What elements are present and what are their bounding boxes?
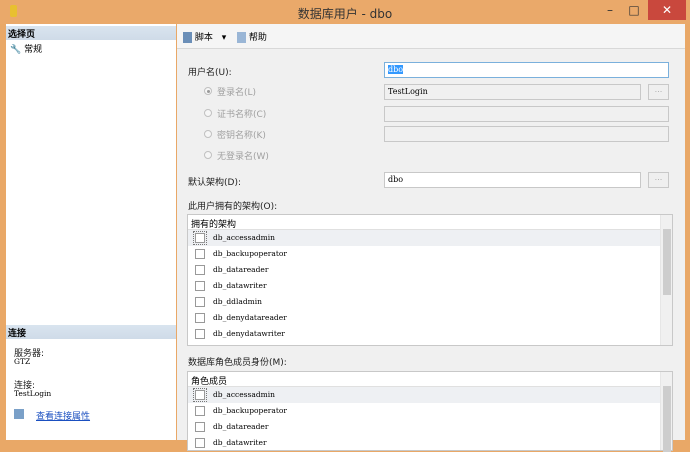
item-label: db_backupoperator	[213, 406, 287, 415]
connection-properties-icon	[14, 409, 24, 419]
roles-list: 角色成员 db_accessadmin db_backupoperator db_d…	[187, 371, 673, 452]
help-icon	[237, 32, 246, 43]
help-label: 帮助	[248, 33, 267, 43]
list-item[interactable]: db_datareader	[188, 419, 672, 435]
scrollbar[interactable]	[660, 372, 672, 452]
login-browse-button[interactable]: ...	[648, 84, 669, 100]
key-radio[interactable]	[204, 130, 212, 138]
scrollbar[interactable]	[660, 215, 672, 345]
scrollbar-thumb[interactable]	[663, 229, 671, 295]
list-item[interactable]: db_datareader	[188, 262, 672, 278]
no-login-radio[interactable]	[204, 151, 212, 159]
checkbox[interactable]	[195, 265, 205, 275]
item-label: db_ddladmin	[213, 297, 262, 306]
login-name-label: 登录名(L)	[217, 88, 257, 98]
key-label: 密钥名称(K)	[217, 131, 266, 141]
item-label: db_datareader	[213, 265, 269, 274]
chevron-down-icon[interactable]: ▾	[222, 33, 227, 43]
cert-label: 证书名称(C)	[217, 110, 267, 120]
list-item[interactable]: db_datawriter	[188, 278, 672, 294]
item-label: db_backupoperator	[213, 249, 287, 258]
page-item-general[interactable]: 🔧 常规	[10, 42, 42, 55]
server-value: GTZ	[14, 357, 31, 366]
roles-header: 角色成员	[188, 372, 672, 387]
owned-schemas-header: 拥有的架构	[188, 215, 672, 230]
close-button[interactable]: ✕	[648, 0, 686, 20]
maximize-button[interactable]: □	[622, 0, 646, 20]
list-item[interactable]: db_denydatareader	[188, 310, 672, 326]
cert-input[interactable]	[384, 106, 669, 122]
item-label: db_datawriter	[213, 438, 267, 447]
default-schema-label: 默认架构(D):	[188, 178, 241, 188]
wrench-icon: 🔧	[10, 45, 22, 55]
connection-value: TestLogin	[14, 389, 52, 398]
list-item[interactable]: db_denydatawriter	[188, 326, 672, 342]
list-item[interactable]: db_backupoperator	[188, 403, 672, 419]
list-item[interactable]: db_ddladmin	[188, 294, 672, 310]
scrollbar-thumb[interactable]	[663, 386, 671, 452]
login-name-input[interactable]: TestLogin	[384, 84, 641, 100]
window-title: 数据库用户 - dbo	[297, 7, 393, 21]
toolbar: 脚本 ▾ 帮助	[177, 24, 685, 49]
select-page-header: 选择页	[6, 26, 176, 40]
owned-schemas-label: 此用户拥有的架构(O):	[188, 202, 278, 212]
login-name-radio[interactable]	[204, 87, 212, 95]
right-pane: 脚本 ▾ 帮助 用户名(U): dbo 登录名(L) TestLogin ...…	[177, 24, 685, 452]
checkbox[interactable]	[195, 313, 205, 323]
checkbox[interactable]	[193, 388, 207, 402]
checkbox[interactable]	[195, 406, 205, 416]
checkbox[interactable]	[195, 249, 205, 259]
view-connection-properties-link[interactable]: 查看连接属性	[36, 409, 90, 422]
owned-schemas-list: 拥有的架构 db_accessadmin db_backupoperator db_…	[187, 214, 673, 346]
script-label: 脚本	[194, 33, 213, 43]
item-label: db_accessadmin	[213, 233, 275, 242]
username-label: 用户名(U):	[188, 68, 232, 78]
connection-header: 连接	[6, 325, 176, 339]
checkbox[interactable]	[195, 297, 205, 307]
list-item[interactable]: db_accessadmin	[188, 230, 672, 246]
checkbox[interactable]	[193, 231, 207, 245]
checkbox[interactable]	[195, 422, 205, 432]
item-label: db_accessadmin	[213, 390, 275, 399]
list-item[interactable]: db_datawriter	[188, 435, 672, 451]
page-label: 常规	[24, 45, 43, 55]
username-value: dbo	[388, 65, 404, 74]
username-input[interactable]: dbo	[384, 62, 669, 78]
no-login-label: 无登录名(W)	[217, 152, 269, 162]
default-schema-input[interactable]: dbo	[384, 172, 641, 188]
help-button[interactable]: 帮助	[237, 30, 267, 43]
left-pane: 选择页 🔧 常规 连接 服务器: GTZ 连接: TestLogin 查看连接属…	[6, 24, 176, 440]
script-icon	[183, 32, 192, 43]
item-label: db_datareader	[213, 422, 269, 431]
script-button[interactable]: 脚本 ▾	[183, 30, 226, 43]
list-item[interactable]: db_accessadmin	[188, 387, 672, 403]
roles-label: 数据库角色成员身份(M):	[188, 358, 287, 368]
minimize-button[interactable]: –	[598, 0, 622, 20]
key-input[interactable]	[384, 126, 669, 142]
item-label: db_denydatareader	[213, 313, 287, 322]
schema-browse-button[interactable]: ...	[648, 172, 669, 188]
list-item[interactable]: db_backupoperator	[188, 246, 672, 262]
item-label: db_denydatawriter	[213, 329, 285, 338]
checkbox[interactable]	[195, 281, 205, 291]
title-bar: 数据库用户 - dbo – □ ✕	[0, 0, 690, 24]
item-label: db_datawriter	[213, 281, 267, 290]
checkbox[interactable]	[195, 329, 205, 339]
cert-radio[interactable]	[204, 109, 212, 117]
